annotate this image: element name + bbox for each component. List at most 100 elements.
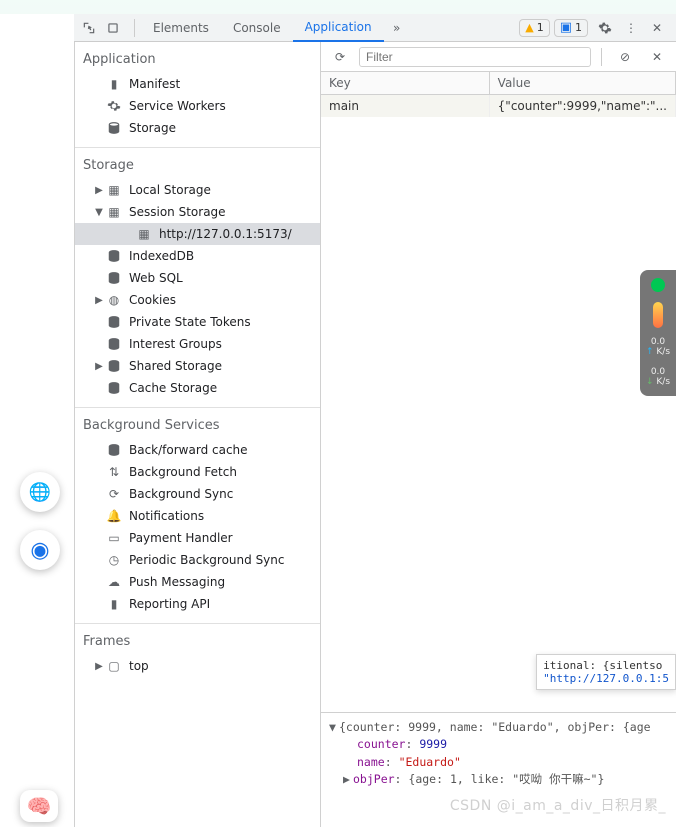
warnings-badge[interactable]: ▲1 [519, 19, 549, 37]
sync-icon: ⟳ [105, 485, 123, 503]
extension-button[interactable]: 🧠 [20, 790, 58, 822]
grid-icon: ▦ [105, 203, 123, 221]
source-tooltip: itional: {silentso "http://127.0.0.1:5 [536, 654, 676, 690]
messages-badge[interactable]: ▣1 [554, 19, 588, 37]
tab-elements[interactable]: Elements [141, 14, 221, 42]
close-icon[interactable]: ✕ [647, 18, 667, 38]
sidebar-item-private-state-tokens[interactable]: Private State Tokens [75, 311, 320, 333]
database-icon [105, 379, 123, 397]
translate-button[interactable]: 🌐 [20, 472, 60, 512]
clear-icon[interactable]: ⊘ [615, 47, 635, 67]
cell-value: {"counter":9999,"name":"... [489, 95, 675, 118]
cookie-icon: ◍ [105, 291, 123, 309]
warning-icon: ▲ [525, 21, 533, 34]
console-prop-counter[interactable]: counter: 9999 [329, 736, 668, 753]
tab-application[interactable]: Application [293, 14, 384, 42]
delete-icon[interactable]: ✕ [647, 47, 667, 67]
browser-chrome-strip [0, 0, 676, 14]
bell-icon: 🔔 [105, 507, 123, 525]
sidebar-item-background-sync[interactable]: ⟳Background Sync [75, 483, 320, 505]
settings-icon[interactable] [595, 18, 615, 38]
sidebar-item-interest-groups[interactable]: Interest Groups [75, 333, 320, 355]
gear-icon [105, 97, 123, 115]
message-icon: ▣ [560, 20, 572, 35]
separator [601, 48, 602, 66]
warning-count: 1 [537, 21, 544, 34]
section-title-background-services: Background Services [75, 408, 320, 439]
chevron-right-icon: ▶ [93, 661, 105, 672]
sidebar-item-session-storage-origin[interactable]: ▦http://127.0.0.1:5173/ [75, 223, 320, 245]
database-icon [105, 441, 123, 459]
section-title-application: Application [75, 42, 320, 73]
console-preview: ▼{counter: 9999, name: "Eduardo", objPer… [321, 712, 676, 794]
sidebar-item-reporting-api[interactable]: ▮Reporting API [75, 593, 320, 615]
storage-detail-pane: ⟳ ⊘ ✕ Key Value main {"counter":9999,"na… [321, 42, 676, 827]
database-icon [105, 313, 123, 331]
clock-icon: ◷ [105, 551, 123, 569]
status-dot-icon [651, 278, 665, 292]
console-line[interactable]: ▼{counter: 9999, name: "Eduardo", objPer… [329, 719, 668, 736]
robot-icon: ◉ [30, 538, 49, 563]
window-icon: ▢ [105, 657, 123, 675]
tab-console[interactable]: Console [221, 14, 293, 42]
message-count: 1 [575, 21, 582, 34]
download-rate: 0.0K/s [646, 368, 670, 388]
section-storage: Storage ▶▦Local Storage ▼▦Session Storag… [75, 148, 320, 408]
assistant-button[interactable]: ◉ [20, 530, 60, 570]
sidebar-item-shared-storage[interactable]: ▶Shared Storage [75, 355, 320, 377]
sidebar-item-periodic-background-sync[interactable]: ◷Periodic Background Sync [75, 549, 320, 571]
console-prop-name[interactable]: name: "Eduardo" [329, 754, 668, 771]
filter-toolbar: ⟳ ⊘ ✕ [321, 42, 676, 72]
console-prop-objper[interactable]: ▶objPer: {age: 1, like: "哎呦 你干嘛~"} [329, 771, 668, 788]
chevron-right-icon: ▶ [93, 361, 105, 372]
database-icon [105, 335, 123, 353]
brain-icon: 🧠 [27, 794, 52, 818]
device-toggle-icon[interactable] [104, 19, 122, 37]
document-icon: ▮ [105, 595, 123, 613]
sidebar-item-manifest[interactable]: ▮Manifest [75, 73, 320, 95]
document-icon: ▮ [105, 75, 123, 93]
sidebar-item-bf-cache[interactable]: Back/forward cache [75, 439, 320, 461]
cell-key: main [321, 95, 489, 118]
sidebar-item-notifications[interactable]: 🔔Notifications [75, 505, 320, 527]
perf-overlay: 0.0K/s 0.0K/s [640, 270, 676, 396]
inspect-icon[interactable] [80, 19, 98, 37]
database-icon [105, 357, 123, 375]
expand-toggle-icon[interactable]: ▶ [343, 771, 353, 788]
separator [134, 19, 135, 37]
sidebar-item-cache-storage[interactable]: Cache Storage [75, 377, 320, 399]
more-tabs-icon[interactable]: » [387, 18, 407, 38]
section-frames: Frames ▶▢top [75, 624, 320, 685]
section-title-frames: Frames [75, 624, 320, 655]
application-sidebar: Application ▮Manifest Service Workers St… [75, 42, 321, 827]
col-header-key[interactable]: Key [321, 72, 489, 95]
sidebar-item-session-storage[interactable]: ▼▦Session Storage [75, 201, 320, 223]
chevron-right-icon: ▶ [93, 295, 105, 306]
database-icon [105, 269, 123, 287]
section-application: Application ▮Manifest Service Workers St… [75, 42, 320, 148]
refresh-icon[interactable]: ⟳ [330, 47, 350, 67]
sidebar-item-service-workers[interactable]: Service Workers [75, 95, 320, 117]
sidebar-item-cookies[interactable]: ▶◍Cookies [75, 289, 320, 311]
sidebar-item-frame-top[interactable]: ▶▢top [75, 655, 320, 677]
sidebar-item-push-messaging[interactable]: ☁Push Messaging [75, 571, 320, 593]
chevron-right-icon: ▶ [93, 185, 105, 196]
sidebar-item-storage[interactable]: Storage [75, 117, 320, 139]
storage-table: Key Value main {"counter":9999,"name":".… [321, 72, 676, 117]
filter-input[interactable] [359, 47, 591, 67]
sidebar-item-indexeddb[interactable]: IndexedDB [75, 245, 320, 267]
gauge-bar-icon [653, 302, 663, 328]
grid-icon: ▦ [105, 181, 123, 199]
sidebar-item-websql[interactable]: Web SQL [75, 267, 320, 289]
sidebar-item-background-fetch[interactable]: ⇅Background Fetch [75, 461, 320, 483]
section-title-storage: Storage [75, 148, 320, 179]
expand-toggle-icon[interactable]: ▼ [329, 719, 339, 736]
translate-icon: 🌐 [29, 482, 51, 503]
database-icon [105, 119, 123, 137]
sidebar-item-payment-handler[interactable]: ▭Payment Handler [75, 527, 320, 549]
kebab-icon[interactable]: ⋮ [621, 18, 641, 38]
table-row[interactable]: main {"counter":9999,"name":"... [321, 95, 676, 118]
sidebar-item-local-storage[interactable]: ▶▦Local Storage [75, 179, 320, 201]
upload-rate: 0.0K/s [646, 338, 670, 358]
col-header-value[interactable]: Value [489, 72, 675, 95]
